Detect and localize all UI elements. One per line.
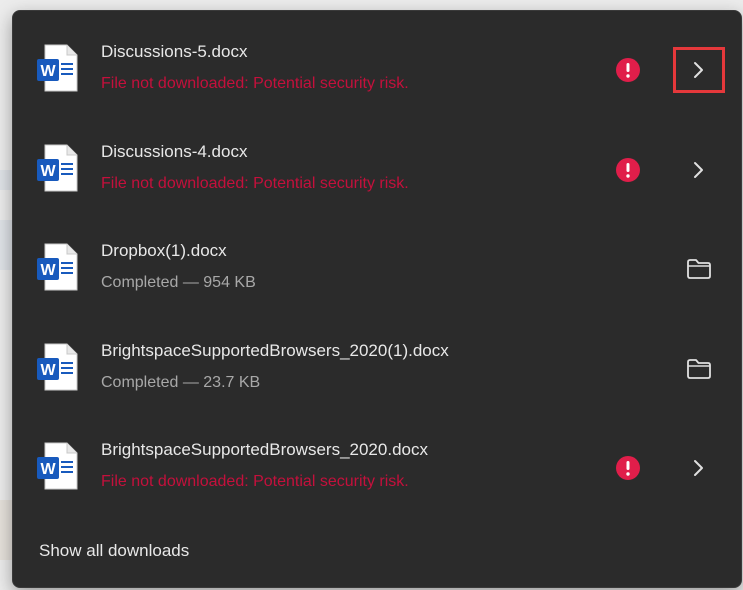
- file-status: File not downloaded: Potential security …: [101, 473, 409, 490]
- word-file-icon: W: [37, 44, 78, 92]
- word-file-icon: W: [37, 243, 78, 291]
- show-all-downloads-link[interactable]: Show all downloads: [39, 541, 189, 561]
- download-item[interactable]: W BrightspaceSupportedBrowsers_2020(1).d…: [13, 310, 741, 410]
- more-actions-button[interactable]: [673, 47, 725, 93]
- folder-icon: [687, 259, 711, 279]
- download-item[interactable]: W Discussions-4.docx File not downloaded…: [13, 111, 741, 211]
- download-item[interactable]: W BrightspaceSupportedBrowsers_2020.docx…: [13, 409, 741, 509]
- word-file-icon: W: [37, 343, 78, 391]
- file-status: Completed — 23.7 KB: [101, 374, 261, 391]
- file-name: Discussions-4.docx: [101, 142, 248, 161]
- word-file-icon: W: [37, 442, 78, 490]
- more-actions-button[interactable]: [673, 147, 725, 193]
- svg-text:W: W: [40, 461, 56, 478]
- svg-text:W: W: [40, 262, 56, 279]
- svg-text:W: W: [40, 163, 56, 180]
- download-item[interactable]: W Discussions-5.docx File not downloaded…: [13, 11, 741, 111]
- file-status: File not downloaded: Potential security …: [101, 175, 409, 192]
- more-actions-button[interactable]: [673, 445, 725, 491]
- show-in-folder-button[interactable]: [673, 346, 725, 392]
- chevron-right-icon: [694, 62, 703, 78]
- file-name: BrightspaceSupportedBrowsers_2020(1).doc…: [101, 341, 449, 360]
- file-status: File not downloaded: Potential security …: [101, 75, 409, 92]
- error-icon: [616, 58, 640, 82]
- file-status: Completed — 954 KB: [101, 274, 256, 291]
- folder-icon: [687, 359, 711, 379]
- svg-text:W: W: [40, 362, 56, 379]
- error-icon: [616, 158, 640, 182]
- show-in-folder-button[interactable]: [673, 246, 725, 292]
- file-name: Discussions-5.docx: [101, 42, 248, 61]
- error-icon: [616, 456, 640, 480]
- chevron-right-icon: [694, 460, 703, 476]
- word-file-icon: W: [37, 144, 78, 192]
- download-item[interactable]: W Dropbox(1).docx Completed — 954 KB: [13, 210, 741, 310]
- file-name: Dropbox(1).docx: [101, 241, 227, 260]
- chevron-right-icon: [694, 162, 703, 178]
- file-name: BrightspaceSupportedBrowsers_2020.docx: [101, 440, 428, 459]
- downloads-panel: W Discussions-5.docx File not downloaded…: [12, 10, 742, 588]
- svg-text:W: W: [40, 63, 56, 80]
